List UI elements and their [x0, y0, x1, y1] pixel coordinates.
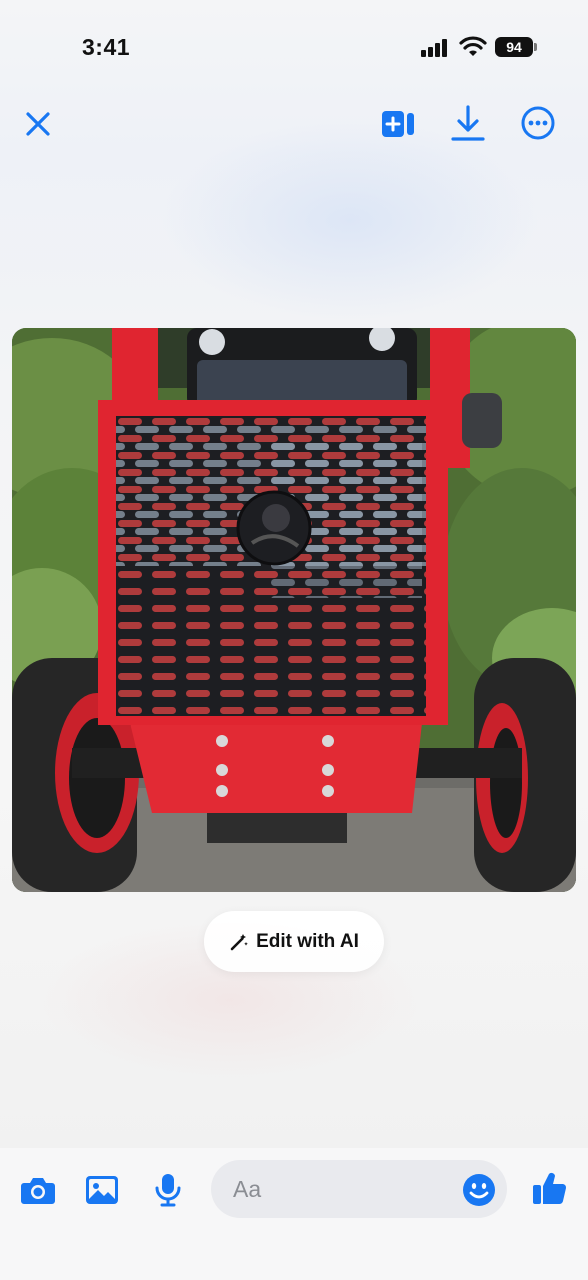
background-glow-top [160, 120, 540, 320]
like-button[interactable] [530, 1168, 570, 1208]
status-time: 3:41 [82, 34, 131, 60]
cellular-signal-icon [421, 39, 449, 57]
camera-icon [21, 1178, 55, 1204]
add-to-story-button[interactable] [378, 104, 418, 144]
thumbs-up-icon [533, 1172, 567, 1205]
tractor-photo[interactable] [12, 328, 576, 892]
more-options-icon [521, 106, 555, 140]
emoji-button[interactable] [459, 1170, 499, 1210]
battery-tip [534, 43, 537, 51]
edit-with-ai-button[interactable]: Edit with AI [204, 911, 384, 972]
gallery-button[interactable] [82, 1170, 122, 1210]
microphone-icon [155, 1174, 181, 1207]
emoji-icon [463, 1174, 495, 1206]
wifi-icon [459, 36, 487, 56]
tractor-illustration [12, 328, 576, 892]
battery-icon: 94 [495, 37, 533, 57]
download-icon [451, 105, 485, 141]
camera-button[interactable] [18, 1170, 58, 1210]
download-button[interactable] [448, 102, 488, 144]
close-button[interactable] [18, 104, 58, 144]
close-icon [26, 112, 50, 136]
add-to-story-icon [382, 111, 414, 137]
grille-logo-icon [236, 490, 312, 566]
status-bar: 3:41 94 [0, 0, 588, 96]
gallery-icon [86, 1176, 118, 1204]
more-options-button[interactable] [518, 103, 558, 143]
edit-with-ai-label: Edit with AI [256, 930, 359, 952]
microphone-button[interactable] [148, 1170, 188, 1210]
magic-wand-icon [230, 933, 248, 950]
